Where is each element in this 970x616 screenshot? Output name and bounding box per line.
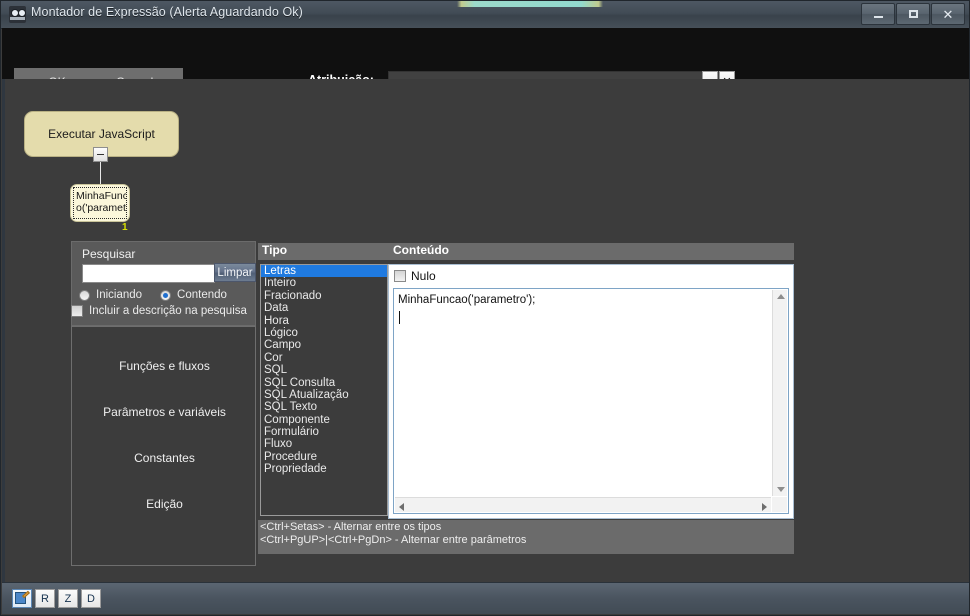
tipo-item[interactable]: Procedure <box>261 451 387 463</box>
search-label: Pesquisar <box>82 247 136 261</box>
flow-node-parameter[interactable]: MinhaFuncao('parametr <box>70 184 130 222</box>
include-description-checkbox-row[interactable]: Incluir a descrição na pesquisa <box>71 305 247 317</box>
maximize-button[interactable] <box>896 3 930 25</box>
tipo-item[interactable]: SQL Atualização <box>261 389 387 401</box>
status-button-z[interactable]: Z <box>58 589 78 608</box>
tipo-item[interactable]: Fracionado <box>261 290 387 302</box>
category-panel: Funções e fluxos Parâmetros e variáveis … <box>71 326 256 566</box>
category-parametros-e-variaveis[interactable]: Parâmetros e variáveis <box>72 405 257 419</box>
title-glow-strip <box>457 1 603 7</box>
tipo-item[interactable]: Inteiro <box>261 277 387 289</box>
radio-contendo-label: Contendo <box>177 289 227 301</box>
category-edicao[interactable]: Edição <box>72 497 257 511</box>
tipo-item[interactable]: Letras <box>261 265 387 278</box>
tipo-item[interactable]: Propriedade <box>261 463 387 475</box>
search-input[interactable] <box>82 264 215 283</box>
dialog-toolbar: OK Cancelar Atribuição: ▼ ✕ <box>2 28 969 96</box>
tipo-item[interactable]: SQL <box>261 364 387 376</box>
scrollbar-corner <box>772 497 787 512</box>
scroll-up-icon[interactable] <box>777 294 785 299</box>
expression-editor-text: MinhaFuncao('parametro'); <box>398 294 536 306</box>
conteudo-panel: Nulo MinhaFuncao('parametro'); <box>388 264 794 519</box>
nulo-label: Nulo <box>411 269 436 283</box>
text-caret <box>399 311 400 324</box>
conteudo-header: Conteúdo <box>388 243 794 260</box>
tipo-item[interactable]: SQL Texto <box>261 401 387 413</box>
minimize-button[interactable] <box>861 3 895 25</box>
scroll-down-icon[interactable] <box>777 487 785 492</box>
expression-builder-window: Montador de Expressão (Alerta Aguardando… <box>0 0 970 616</box>
tipo-item[interactable]: Lógico <box>261 327 387 339</box>
nulo-checkbox-row[interactable]: Nulo <box>394 269 436 283</box>
edit-pencil-icon <box>15 590 30 605</box>
include-description-label: Incluir a descrição na pesquisa <box>89 305 247 317</box>
radio-iniciando[interactable] <box>79 289 90 301</box>
tipo-item[interactable]: Cor <box>261 352 387 364</box>
tipo-header: Tipo <box>258 243 388 260</box>
hint-line-2: <Ctrl+PgUP>|<Ctrl+PgDn> - Alternar entre… <box>260 534 527 546</box>
keyboard-hints: <Ctrl+Setas> - Alternar entre os tipos <… <box>258 520 794 554</box>
clear-search-button[interactable]: Limpar <box>214 263 256 282</box>
tipo-item[interactable]: Data <box>261 302 387 314</box>
flow-node-index-label: 1 <box>122 222 128 233</box>
radio-iniciando-label: Iniciando <box>96 289 143 301</box>
title-bar: Montador de Expressão (Alerta Aguardando… <box>1 1 969 29</box>
nulo-checkbox[interactable] <box>394 270 406 282</box>
hint-line-1: <Ctrl+Setas> - Alternar entre os tipos <box>260 521 442 533</box>
status-button-d[interactable]: D <box>81 589 101 608</box>
status-button-r[interactable]: R <box>35 589 55 608</box>
tipo-item[interactable]: SQL Consulta <box>261 377 387 389</box>
editor-horizontal-scrollbar[interactable] <box>395 497 771 512</box>
flow-canvas[interactable]: Executar JavaScript MinhaFuncao('paramet… <box>2 79 969 239</box>
tipo-list[interactable]: Letras Inteiro Fracionado Data Hora Lógico Cam… <box>260 264 388 516</box>
category-funcoes-e-fluxos[interactable]: Funções e fluxos <box>72 359 257 373</box>
include-description-checkbox[interactable] <box>71 305 83 317</box>
category-constantes[interactable]: Constantes <box>72 451 257 465</box>
window-controls: ✕ <box>861 3 965 25</box>
flow-node-parameter-line2: o('parametr <box>76 202 127 214</box>
tipo-item[interactable]: Fluxo <box>261 438 387 450</box>
tipo-item[interactable]: Hora <box>261 315 387 327</box>
window-title: Montador de Expressão (Alerta Aguardando… <box>31 5 303 19</box>
search-mode-radios: Iniciando Contendo <box>79 289 227 301</box>
expression-editor[interactable]: MinhaFuncao('parametro'); <box>393 288 789 514</box>
scroll-left-icon[interactable] <box>399 503 404 511</box>
collapse-toggle-icon[interactable] <box>93 147 108 162</box>
binoculars-icon <box>9 6 26 23</box>
scroll-right-icon[interactable] <box>762 503 767 511</box>
edit-mode-button[interactable] <box>12 589 32 608</box>
editor-vertical-scrollbar[interactable] <box>772 290 787 496</box>
tipo-item[interactable]: Componente <box>261 414 387 426</box>
radio-contendo[interactable] <box>160 289 172 301</box>
status-bar: R Z D <box>2 582 969 614</box>
close-button[interactable]: ✕ <box>931 3 965 25</box>
tipo-item[interactable]: Formulário <box>261 426 387 438</box>
tipo-item[interactable]: Campo <box>261 339 387 351</box>
flow-node-parameter-line1: MinhaFunca <box>76 190 126 202</box>
